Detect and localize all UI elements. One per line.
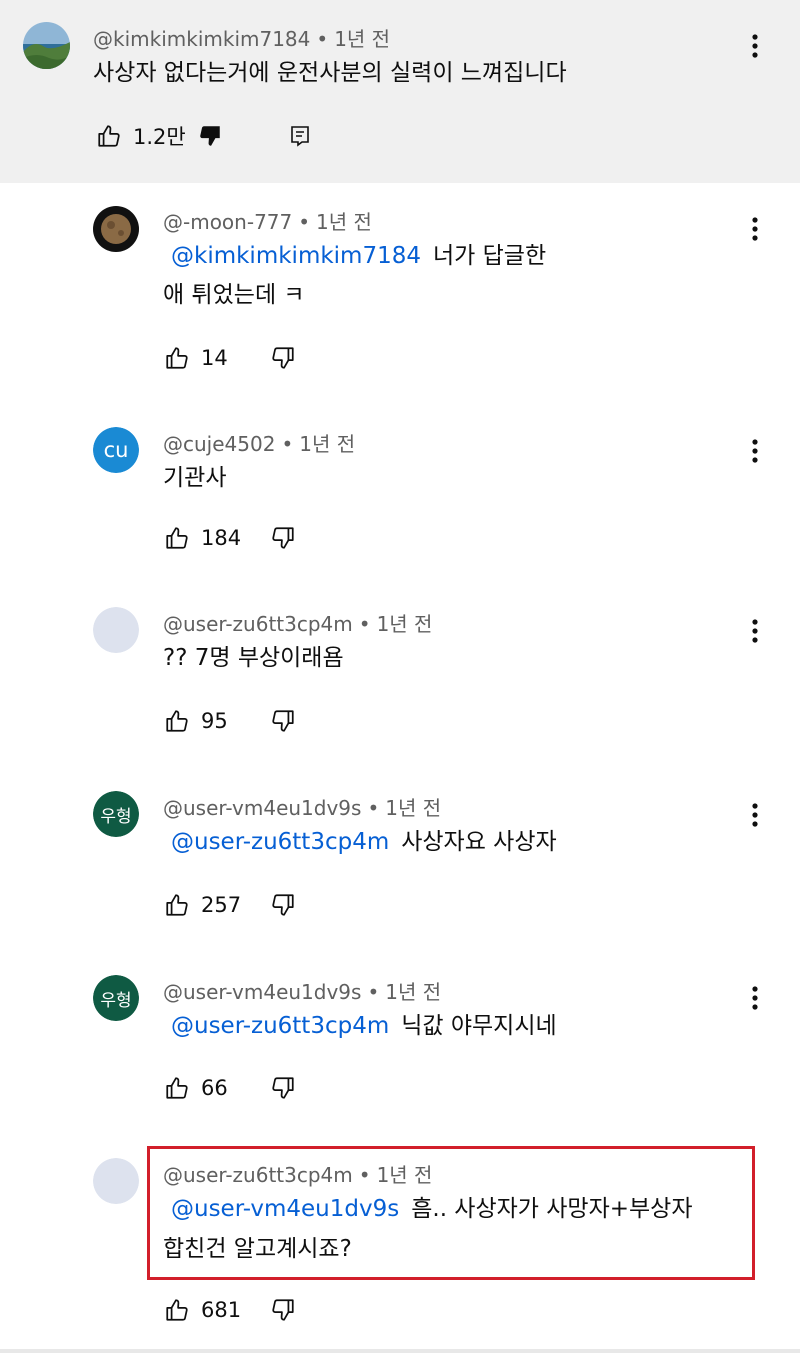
parent-comment: @kimkimkimkim7184 • 1년 전 사상자 없다는거에 운전사분의 실… [0,0,800,183]
thumbs-down-icon[interactable] [269,1074,297,1102]
comment-actions: 184 [163,524,297,552]
thumbs-down-icon[interactable] [269,707,297,735]
like-count: 1.2만 [133,125,186,149]
thumbs-down-icon[interactable] [269,524,297,552]
highlight-box [147,1146,755,1280]
comment-actions: 257 [163,891,297,919]
avatar[interactable]: 우형 [93,975,139,1021]
like-count: 66 [201,1076,228,1100]
comment-text-line: 사상자요 사상자 [401,829,557,855]
comment-meta: @user-zu6tt3cp4m • 1년 전 [163,608,432,637]
comment-author[interactable]: @user-vm4eu1dv9s [163,980,361,1004]
meta-separator: • [298,210,311,234]
more-vert-icon[interactable] [740,26,770,66]
comment-text: @kimkimkimkim7184 너가 답글한 [163,237,546,275]
comment-time: 1년 전 [316,210,372,234]
thumbs-down-icon[interactable] [269,891,297,919]
divider [0,1349,800,1353]
thumbs-up-icon[interactable] [163,1074,191,1102]
thumbs-down-filled-icon[interactable] [196,122,224,150]
like-count: 14 [201,346,228,370]
thumbs-up-icon[interactable] [163,344,191,372]
thumbs-down-icon[interactable] [269,1296,297,1324]
thumbs-up-icon[interactable] [95,122,123,150]
like-count: 681 [201,1298,242,1322]
meta-separator: • [358,612,371,636]
comment-meta: @cuje4502 • 1년 전 [163,428,355,457]
comment-text: 기관사 [163,465,227,491]
avatar[interactable] [93,1158,139,1204]
like-count: 184 [201,526,242,550]
thumbs-up-icon[interactable] [163,524,191,552]
mention-link[interactable]: @user-zu6tt3cp4m [171,829,389,855]
comment-actions: 66 [163,1074,297,1102]
more-vert-icon[interactable] [740,209,770,249]
comment-meta: @-moon-777 • 1년 전 [163,206,372,235]
avatar-initials: 우형 [100,806,132,827]
comment-actions: 681 [163,1296,297,1324]
comment-actions: 95 [163,707,297,735]
comment-actions: 14 [163,344,297,372]
comment-meta: @user-vm4eu1dv9s • 1년 전 [163,976,441,1005]
more-vert-icon[interactable] [740,431,770,471]
meta-separator: • [367,796,380,820]
comment-time: 1년 전 [334,27,391,51]
comment-text-line: 닉값 야무지시네 [401,1013,557,1039]
reply-comment-icon[interactable] [286,122,314,150]
comment-author[interactable]: @user-vm4eu1dv9s [163,796,361,820]
comment-time: 1년 전 [299,432,356,456]
comment-meta: @user-vm4eu1dv9s • 1년 전 [163,792,441,821]
mention-link[interactable]: @user-zu6tt3cp4m [171,1013,389,1039]
comment-time: 1년 전 [385,796,442,820]
avatar[interactable] [93,206,139,252]
more-vert-icon[interactable] [740,978,770,1018]
thumbs-up-icon[interactable] [163,1296,191,1324]
comment-text-line: 너가 답글한 [433,243,547,269]
comment-author[interactable]: @cuje4502 [163,432,275,456]
avatar-initials: cu [103,438,129,462]
comment-actions: 1.2만 [95,121,314,151]
avatar[interactable]: 우형 [93,791,139,837]
comment-text: 사상자 없다는거에 운전사분의 실력이 느껴집니다 [93,60,567,86]
thumbs-up-icon[interactable] [163,707,191,735]
avatar-initials: 우형 [100,990,132,1011]
comment-time: 1년 전 [385,980,442,1004]
comment-text: @user-zu6tt3cp4m 닉값 야무지시네 [163,1007,557,1045]
comment-text-line: 애 튀었는데 ㅋ [163,282,305,308]
comment-meta: @kimkimkimkim7184 • 1년 전 [93,23,390,52]
like-count: 257 [201,893,242,917]
comment-author[interactable]: @-moon-777 [163,210,292,234]
avatar[interactable] [23,22,70,69]
mention-link[interactable]: @kimkimkimkim7184 [171,243,421,269]
comment-author[interactable]: @user-zu6tt3cp4m [163,612,353,636]
comment-author[interactable]: @kimkimkimkim7184 [93,27,310,51]
meta-separator: • [281,432,294,456]
more-vert-icon[interactable] [740,611,770,651]
avatar[interactable] [93,607,139,653]
comment-text: ?? 7명 부상이래욤 [163,645,344,671]
meta-separator: • [316,27,329,51]
more-vert-icon[interactable] [740,795,770,835]
comment-text: @user-zu6tt3cp4m 사상자요 사상자 [163,823,557,861]
meta-separator: • [367,980,380,1004]
comment-time: 1년 전 [376,612,433,636]
thumbs-up-icon[interactable] [163,891,191,919]
like-count: 95 [201,709,228,733]
avatar[interactable]: cu [93,427,139,473]
thumbs-down-icon[interactable] [269,344,297,372]
